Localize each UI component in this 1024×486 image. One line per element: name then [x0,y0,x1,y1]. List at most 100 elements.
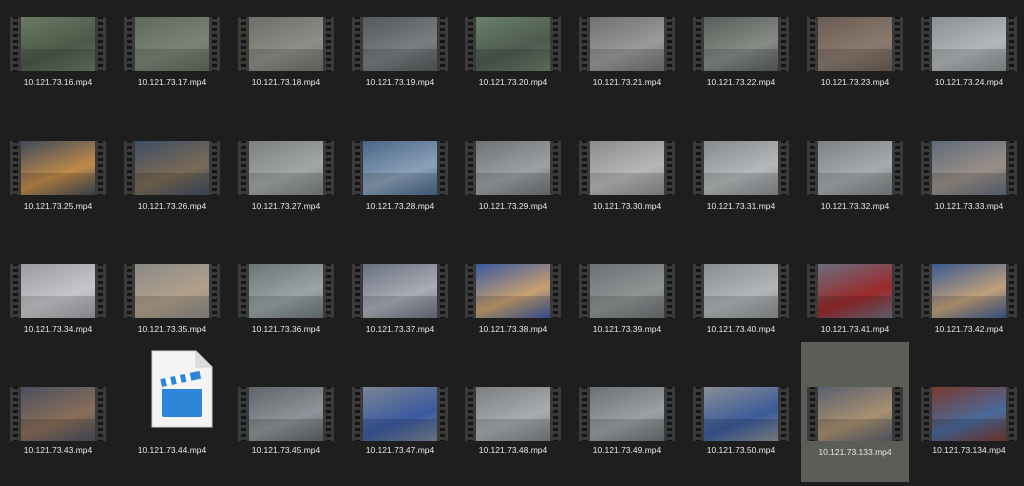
file-item[interactable]: 10.121.73.47.mp4 [346,342,454,464]
file-name-label: 10.121.73.45.mp4 [251,445,321,455]
film-strip-left [352,17,363,71]
thumbnail-scene [932,141,1006,195]
film-strip-right [209,264,220,318]
file-item[interactable]: 10.121.73.20.mp4 [459,0,567,122]
film-strip-right [323,17,334,71]
film-strip-left [579,141,590,195]
film-strip-left [921,141,932,195]
file-name-label: 10.121.73.26.mp4 [137,201,207,211]
thumbnail-scene [590,387,664,441]
film-strip-right [550,141,561,195]
file-name-label: 10.121.73.41.mp4 [820,324,890,334]
film-strip-left [693,17,704,71]
file-item[interactable]: 10.121.73.45.mp4 [232,342,340,464]
film-strip-right [778,17,789,71]
file-item[interactable]: 10.121.73.19.mp4 [346,0,454,122]
film-strip-left [465,17,476,71]
file-item[interactable]: 10.121.73.31.mp4 [687,124,795,246]
film-strip-right [892,17,903,71]
file-item[interactable]: 10.121.73.26.mp4 [118,124,226,246]
thumbnail-scene [704,141,778,195]
file-name-label: 10.121.73.32.mp4 [820,201,890,211]
file-item[interactable]: 10.121.73.33.mp4 [915,124,1023,246]
file-item[interactable]: 10.121.73.24.mp4 [915,0,1023,122]
film-strip-left [693,141,704,195]
file-name-label: 10.121.73.36.mp4 [251,324,321,334]
file-name-label: 10.121.73.30.mp4 [592,201,662,211]
file-item[interactable]: 10.121.73.43.mp4 [4,342,112,464]
file-item[interactable]: 10.121.73.16.mp4 [4,0,112,122]
film-strip-right [1006,264,1017,318]
film-strip-right [1006,17,1017,71]
file-item[interactable]: 10.121.73.49.mp4 [573,342,681,464]
thumbnail-scene [932,264,1006,318]
thumbnail-scene [476,141,550,195]
file-item[interactable]: 10.121.73.21.mp4 [573,0,681,122]
file-grid: 10.121.73.16.mp4 10.121.73.17.mp4 10.121.7… [0,0,1024,486]
file-name-label: 10.121.73.49.mp4 [592,445,662,455]
film-strip-left [807,17,818,71]
thumbnail-scene [590,17,664,71]
file-item[interactable]: 10.121.73.29.mp4 [459,124,567,246]
video-thumbnail [579,264,675,318]
film-strip-right [323,387,334,441]
film-strip-right [209,141,220,195]
thumbnail-scene [135,141,209,195]
file-name-label: 10.121.73.17.mp4 [137,77,207,87]
film-strip-left [238,17,249,71]
thumbnail-scene [135,17,209,71]
video-thumbnail [921,264,1017,318]
file-item[interactable]: 10.121.73.27.mp4 [232,124,340,246]
film-strip-right [437,141,448,195]
film-strip-left [921,17,932,71]
thumbnail-scene [704,17,778,71]
video-thumbnail [693,387,789,441]
thumbnail-scene [932,17,1006,71]
file-item[interactable]: 10.121.73.17.mp4 [118,0,226,122]
film-strip-left [352,264,363,318]
video-thumbnail [807,264,903,318]
file-name-label: 10.121.73.16.mp4 [23,77,93,87]
film-strip-left [807,387,818,441]
film-strip-left [921,264,932,318]
file-item[interactable]: 10.121.73.22.mp4 [687,0,795,122]
file-name-label: 10.121.73.43.mp4 [23,445,93,455]
film-strip-right [664,17,675,71]
video-thumbnail [10,264,106,318]
film-strip-left [10,17,21,71]
file-item[interactable]: 10.121.73.23.mp4 [801,0,909,122]
film-strip-right [1006,141,1017,195]
video-thumbnail [124,17,220,71]
thumbnail-scene [704,264,778,318]
video-thumbnail [579,141,675,195]
film-strip-right [550,387,561,441]
film-strip-right [778,387,789,441]
video-thumbnail [693,264,789,318]
file-item[interactable]: 10.121.73.18.mp4 [232,0,340,122]
video-thumbnail [465,17,561,71]
file-item[interactable]: 10.121.73.30.mp4 [573,124,681,246]
film-strip-left [10,264,21,318]
file-name-label: 10.121.73.28.mp4 [365,201,435,211]
film-strip-left [10,387,21,441]
file-item[interactable]: 10.121.73.133.mp4 [801,342,909,482]
thumbnail-scene [21,17,95,71]
file-name-label: 10.121.73.19.mp4 [365,77,435,87]
file-item[interactable]: 10.121.73.44.mp4 [118,342,226,464]
thumbnail-scene [818,17,892,71]
file-name-label: 10.121.73.39.mp4 [592,324,662,334]
film-strip-right [323,141,334,195]
file-item[interactable]: 10.121.73.134.mp4 [915,342,1023,464]
file-item[interactable]: 10.121.73.48.mp4 [459,342,567,464]
file-name-label: 10.121.73.48.mp4 [478,445,548,455]
film-strip-left [921,387,932,441]
video-thumbnail [921,17,1017,71]
film-strip-right [437,387,448,441]
file-item[interactable]: 10.121.73.25.mp4 [4,124,112,246]
file-item[interactable]: 10.121.73.28.mp4 [346,124,454,246]
thumbnail-scene [818,387,892,441]
film-strip-right [778,141,789,195]
file-item[interactable]: 10.121.73.32.mp4 [801,124,909,246]
file-item[interactable]: 10.121.73.50.mp4 [687,342,795,464]
video-thumbnail [352,387,448,441]
